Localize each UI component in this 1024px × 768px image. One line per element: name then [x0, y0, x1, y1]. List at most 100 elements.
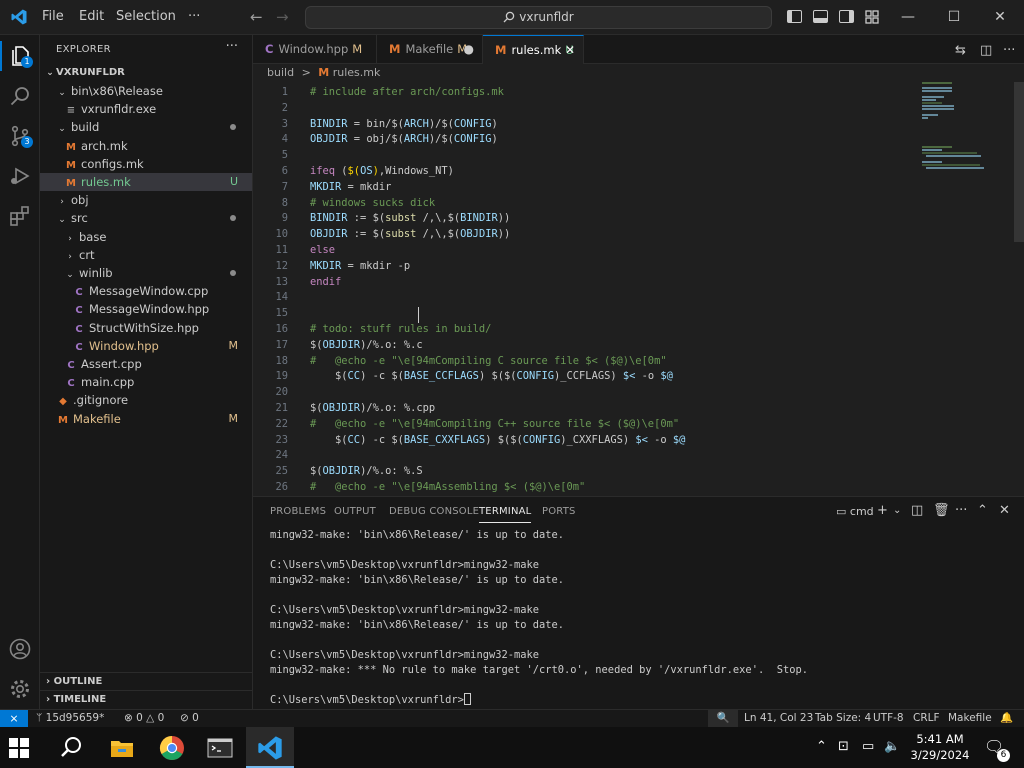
- tree-file[interactable]: C Assert.cpp: [40, 355, 252, 373]
- tree-folder[interactable]: › obj: [40, 191, 252, 209]
- git-status-badge: M: [228, 338, 239, 352]
- tree-file[interactable]: M Makefile M: [40, 410, 252, 428]
- code-editor[interactable]: 1 # include after arch/configs.mk 2 3 BINDIR…: [253, 82, 1024, 496]
- windows-start-icon[interactable]: [9, 738, 29, 758]
- tab-rules-mk[interactable]: Mrules.mk U ✕: [483, 35, 584, 64]
- editor-scrollbar[interactable]: [1014, 82, 1024, 242]
- terminal-line-text: mingw32-make: 'bin\x86\Release/' is up t…: [270, 529, 565, 541]
- tab-debug-console[interactable]: DEBUG CONSOLE: [389, 506, 479, 517]
- tab-ports[interactable]: PORTS: [542, 506, 576, 517]
- extensions-icon[interactable]: [8, 204, 32, 228]
- zoom-search-icon[interactable]: 🔍: [708, 710, 738, 727]
- file-explorer-icon[interactable]: [108, 734, 136, 762]
- line-number: 9: [281, 212, 288, 225]
- new-terminal-plus-icon[interactable]: +: [877, 503, 888, 518]
- outline-section[interactable]: › OUTLINE: [40, 672, 252, 690]
- workspace-root[interactable]: ⌄ VXRUNFLDR: [40, 64, 252, 82]
- tab-problems[interactable]: PROBLEMS: [270, 506, 326, 517]
- minimap[interactable]: [922, 82, 1010, 172]
- tray-network-alert-icon[interactable]: ⊡: [838, 739, 849, 754]
- modified-dot-icon: [230, 270, 236, 276]
- panel-more-icon[interactable]: ···: [955, 503, 967, 518]
- breadcrumb-file[interactable]: rules.mk: [333, 66, 381, 79]
- close-panel-icon[interactable]: ✕: [999, 503, 1010, 518]
- git-branch[interactable]: ᛘ 15d95659*: [36, 710, 104, 727]
- command-prompt-icon[interactable]: [206, 734, 234, 762]
- tab-terminal[interactable]: TERMINAL: [479, 506, 532, 523]
- chevron-down-icon[interactable]: ⌄: [893, 505, 901, 516]
- close-tab-icon[interactable]: ✕: [565, 36, 575, 65]
- line-number: 1: [281, 86, 288, 98]
- kill-terminal-trash-icon[interactable]: 🗑: [933, 503, 950, 518]
- tree-file[interactable]: C MessageWindow.hpp: [40, 300, 252, 318]
- tree-file[interactable]: C Window.hpp M: [40, 337, 252, 355]
- tray-network-icon[interactable]: ▭: [862, 739, 874, 754]
- tree-folder[interactable]: ⌄ winlib: [40, 264, 252, 282]
- split-editor-icon[interactable]: ◫: [980, 43, 992, 58]
- tray-chevron-up-icon[interactable]: ⌃: [816, 739, 827, 754]
- tree-file[interactable]: Mrules.mk U: [40, 173, 252, 191]
- tree-folder[interactable]: › base: [40, 228, 252, 246]
- ports-indicator[interactable]: ⊘ 0: [180, 710, 199, 727]
- toggle-secondary-sidebar-icon[interactable]: [839, 10, 854, 23]
- encoding[interactable]: UTF-8: [873, 710, 904, 727]
- problems-indicator[interactable]: ⊗ 0 △ 0: [124, 710, 164, 727]
- code-line: 23 $(CC) -c $(BASE_CXXFLAGS) $($(CONFIG)…: [253, 432, 913, 448]
- tree-folder[interactable]: ⌄ src: [40, 209, 252, 227]
- tray-volume-icon[interactable]: 🔈: [884, 739, 900, 754]
- maximize-panel-chevron-up-icon[interactable]: ⌃: [977, 503, 988, 518]
- minimize-button[interactable]: —: [885, 6, 931, 28]
- taskbar-search-icon[interactable]: [58, 734, 86, 762]
- split-terminal-icon[interactable]: ◫: [911, 503, 923, 518]
- tree-folder[interactable]: ⌄ build: [40, 118, 252, 136]
- menu-edit[interactable]: Edit: [79, 9, 104, 24]
- customize-layout-icon[interactable]: [865, 10, 879, 24]
- tab-window-hpp[interactable]: C Window.hpp M: [253, 35, 377, 64]
- terminal-shell-selector[interactable]: ▭ cmd: [836, 505, 874, 518]
- code-line: 7 MKDIR = mkdir: [253, 179, 913, 195]
- unsaved-dot-icon[interactable]: ●: [464, 35, 474, 64]
- toggle-panel-icon[interactable]: [813, 10, 828, 23]
- tree-folder[interactable]: › crt: [40, 246, 252, 264]
- menu-file[interactable]: File: [42, 9, 64, 24]
- open-changes-icon[interactable]: ⇆: [955, 43, 966, 58]
- close-button[interactable]: ✕: [977, 6, 1023, 28]
- tree-folder[interactable]: ⌄ bin\x86\Release: [40, 82, 252, 100]
- forward-arrow-icon[interactable]: →: [276, 8, 289, 26]
- accounts-icon[interactable]: [8, 637, 32, 661]
- tree-file[interactable]: C StructWithSize.hpp: [40, 319, 252, 337]
- search-icon[interactable]: [8, 84, 32, 108]
- tree-file[interactable]: Cmain.cpp: [40, 373, 252, 391]
- tree-file[interactable]: ◆ .gitignore: [40, 391, 252, 409]
- tab-output[interactable]: OUTPUT: [334, 506, 376, 517]
- command-center-search[interactable]: vxrunfldr: [305, 6, 772, 29]
- tree-file[interactable]: C MessageWindow.cpp: [40, 282, 252, 300]
- chrome-browser-icon[interactable]: [158, 734, 186, 762]
- tree-file[interactable]: Mconfigs.mk: [40, 155, 252, 173]
- cursor-position[interactable]: Ln 41, Col 23: [744, 710, 813, 727]
- tree-file[interactable]: ≡ vxrunfldr.exe: [40, 100, 252, 118]
- tab-makefile[interactable]: M Makefile M ●: [377, 35, 483, 64]
- tree-file[interactable]: March.mk: [40, 137, 252, 155]
- menu-more[interactable]: ···: [188, 9, 200, 24]
- makefile-icon: M: [495, 43, 507, 57]
- settings-gear-icon[interactable]: [8, 677, 32, 701]
- run-debug-icon[interactable]: [8, 164, 32, 188]
- more-actions-icon[interactable]: ···: [1003, 43, 1015, 58]
- maximize-button[interactable]: ☐: [931, 6, 977, 28]
- timeline-section[interactable]: › TIMELINE: [40, 690, 252, 708]
- back-arrow-icon[interactable]: ←: [250, 8, 263, 26]
- explorer-more-actions[interactable]: ···: [226, 39, 238, 54]
- language-mode[interactable]: Makefile: [948, 710, 992, 727]
- taskbar-clock[interactable]: 5:41 AM 3/29/2024: [904, 731, 976, 763]
- tree-label: bin\x86\Release: [71, 84, 163, 98]
- tab-size[interactable]: Tab Size: 4: [815, 710, 871, 727]
- toggle-primary-sidebar-icon[interactable]: [787, 10, 802, 23]
- notifications-bell-icon[interactable]: 🔔: [1000, 710, 1013, 727]
- line-endings[interactable]: CRLF: [913, 710, 940, 727]
- breadcrumb-folder[interactable]: build: [267, 66, 294, 79]
- vscode-logo-icon[interactable]: [10, 8, 28, 26]
- vscode-taskbar-icon[interactable]: [256, 734, 284, 762]
- remote-indicator-icon[interactable]: ⨯: [0, 710, 28, 727]
- menu-selection[interactable]: Selection: [116, 9, 176, 24]
